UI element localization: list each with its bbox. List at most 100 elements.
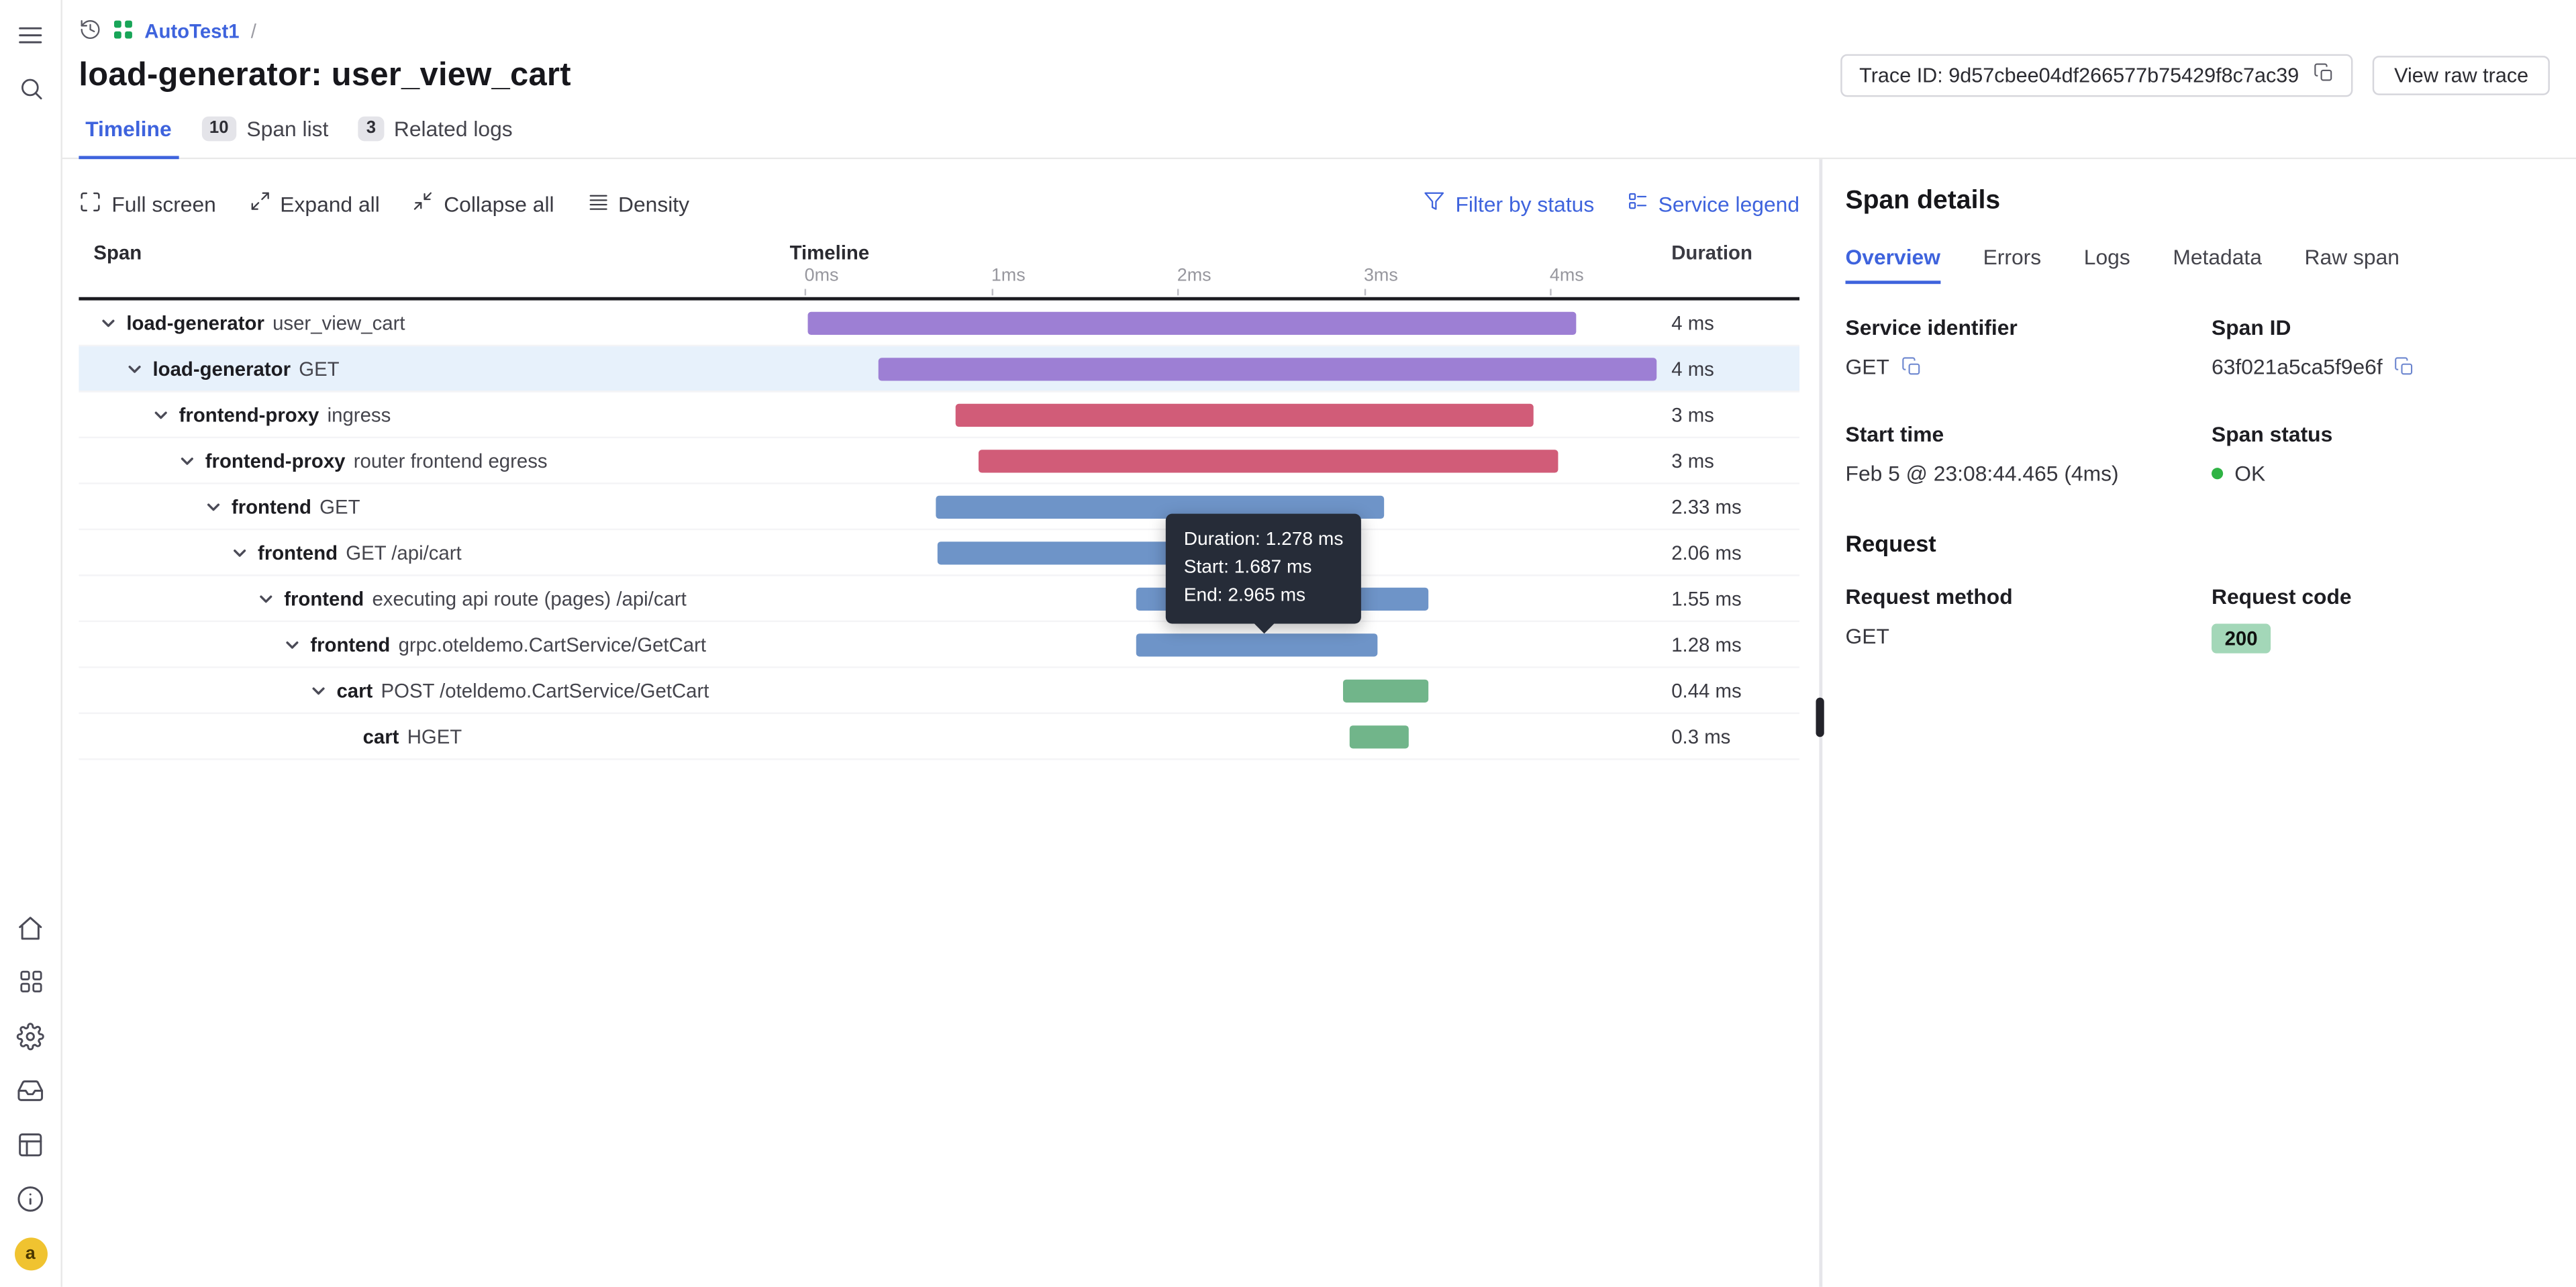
chevron-down-icon[interactable] <box>177 450 197 470</box>
tab-overview[interactable]: Overview <box>1846 244 1940 284</box>
span-row[interactable]: load-generatoruser_view_cart4 ms <box>79 301 1799 346</box>
span-operation-name: router frontend egress <box>354 449 548 472</box>
panel-divider <box>1819 159 1822 1287</box>
span-duration-bar[interactable] <box>1136 633 1378 656</box>
span-duration-bar[interactable] <box>808 312 1577 335</box>
span-duration-bar[interactable] <box>978 450 1557 472</box>
inbox-icon[interactable] <box>15 1075 45 1104</box>
search-icon[interactable] <box>15 74 45 103</box>
chevron-down-icon[interactable] <box>151 405 170 424</box>
full-screen-button[interactable]: Full screen <box>79 190 215 218</box>
tooltip-end: End: 2.965 ms <box>1184 582 1344 611</box>
span-duration-bar[interactable] <box>1350 725 1409 748</box>
collapse-all-button[interactable]: Collapse all <box>413 191 554 217</box>
timeline-tick: 3ms <box>1364 266 1398 295</box>
span-service-name: cart <box>363 725 399 748</box>
copy-icon[interactable] <box>1901 356 1922 378</box>
expand-all-button[interactable]: Expand all <box>249 191 380 217</box>
span-row[interactable]: frontend grpc.oteldemo.CartService/GetCar… <box>79 622 1799 668</box>
span-service-name: frontend <box>232 495 311 518</box>
timeline-tick: 4ms <box>1550 266 1584 295</box>
copy-icon[interactable] <box>2394 356 2416 378</box>
span-row[interactable]: frontend GET 2.33 ms <box>79 484 1799 530</box>
span-row[interactable]: frontendexecuting api route (pages) /api… <box>79 576 1799 622</box>
span-duration-bar[interactable] <box>879 358 1656 380</box>
span-service-name: frontend-proxy <box>205 449 346 472</box>
chevron-down-icon[interactable] <box>125 358 144 378</box>
span-row[interactable]: frontendGET /api/cart2.06 ms <box>79 530 1799 576</box>
timeline-tick: 0ms <box>805 266 839 295</box>
chevron-down-icon[interactable] <box>99 313 118 332</box>
chevron-down-icon[interactable] <box>256 588 276 608</box>
view-raw-trace-button[interactable]: View raw trace <box>2373 56 2550 95</box>
tab-raw-span[interactable]: Raw span <box>2305 244 2399 284</box>
span-duration-bar[interactable] <box>1343 680 1428 703</box>
span-row[interactable]: frontend-proxyrouter frontend egress3 ms <box>79 438 1799 484</box>
table-header: Span Timeline 0ms1ms2ms3ms4ms Duration <box>79 238 1799 301</box>
chevron-down-icon[interactable] <box>283 634 302 654</box>
span-operation-name: HGET <box>407 725 462 748</box>
avatar[interactable]: a <box>14 1237 47 1270</box>
breadcrumb: AutoTest1 / <box>79 16 2550 46</box>
chevron-down-icon[interactable] <box>309 680 328 700</box>
copy-icon[interactable] <box>2314 62 2335 89</box>
chevron-down-icon[interactable] <box>203 497 223 516</box>
settings-icon[interactable] <box>15 1021 45 1051</box>
service-legend-button[interactable]: Service legend <box>1627 191 1799 217</box>
logs-count-badge: 3 <box>358 117 384 142</box>
tab-errors[interactable]: Errors <box>1983 244 2042 284</box>
trace-waterfall: Span Timeline 0ms1ms2ms3ms4ms Duration D… <box>79 238 1799 760</box>
span-operation-name: grpc.oteldemo.CartService/GetCart <box>399 633 706 656</box>
collapse-icon <box>413 191 434 217</box>
timeline-toolbar: Full screen Expand all Collapse all Dens… <box>79 183 1799 225</box>
page-header: AutoTest1 / load-generator: user_view_ca… <box>62 0 2576 159</box>
tab-logs[interactable]: Logs <box>2084 244 2130 284</box>
history-icon[interactable] <box>79 17 101 46</box>
status-ok-dot <box>2212 468 2223 479</box>
span-service-name: frontend-proxy <box>179 403 319 426</box>
panel-resize-handle[interactable] <box>1816 698 1824 737</box>
span-row[interactable]: cartHGET0.3 ms <box>79 714 1799 760</box>
span-row[interactable]: cartPOST /oteldemo.CartService/GetCart0.… <box>79 668 1799 714</box>
span-row[interactable]: load-generatorGET4 ms <box>79 346 1799 392</box>
view-tabs: Timeline 10 Span list 3 Related logs <box>79 117 2550 158</box>
service-identifier-label: Service identifier <box>1846 315 2212 340</box>
span-id-label: Span ID <box>2212 315 2550 340</box>
filter-by-status-button[interactable]: Filter by status <box>1424 191 1594 217</box>
filter-icon <box>1424 191 1446 217</box>
apps-icon[interactable] <box>15 967 45 996</box>
column-span: Span <box>79 238 789 297</box>
timeline-tick: 1ms <box>991 266 1026 295</box>
span-duration-bar[interactable] <box>956 404 1534 427</box>
home-icon[interactable] <box>15 913 45 942</box>
span-operation-name: executing api route (pages) /api/cart <box>372 587 686 610</box>
chevron-down-icon[interactable] <box>230 542 249 562</box>
span-row[interactable]: frontend-proxyingress3 ms <box>79 393 1799 438</box>
info-icon[interactable] <box>15 1184 45 1213</box>
field-request-code: Request code 200 <box>2212 584 2550 654</box>
breadcrumb-app-link[interactable]: AutoTest1 <box>144 19 239 42</box>
tab-timeline-label: Timeline <box>85 117 171 142</box>
span-duration-value: 2.33 ms <box>1658 495 1799 518</box>
span-operation-name: GET <box>319 495 360 518</box>
span-operation-name: POST /oteldemo.CartService/GetCart <box>381 679 709 702</box>
layout-icon[interactable] <box>15 1129 45 1159</box>
tab-metadata[interactable]: Metadata <box>2173 244 2262 284</box>
span-id-value: 63f021a5ca5f9e6f <box>2212 354 2383 379</box>
menu-icon[interactable] <box>15 19 45 49</box>
span-duration-value: 4 ms <box>1658 357 1799 380</box>
tab-related-logs[interactable]: 3 Related logs <box>352 117 519 158</box>
details-tabs: Overview Errors Logs Metadata Raw span <box>1846 244 2550 284</box>
span-service-name: frontend <box>310 633 390 656</box>
span-service-name: cart <box>336 679 373 702</box>
tooltip-start: Start: 1.687 ms <box>1184 555 1344 583</box>
main-area: AutoTest1 / load-generator: user_view_ca… <box>62 0 2576 1287</box>
tooltip-duration: Duration: 1.278 ms <box>1184 527 1344 555</box>
breadcrumb-separator: / <box>251 19 256 42</box>
tab-timeline[interactable]: Timeline <box>79 117 178 158</box>
density-button[interactable]: Density <box>587 191 690 217</box>
expand-icon <box>249 191 270 217</box>
trace-id-chip[interactable]: Trace ID: 9d57cbee04df266577b75429f8c7ac… <box>1841 54 2353 97</box>
tab-span-list[interactable]: 10 Span list <box>195 117 335 158</box>
details-title: Span details <box>1846 187 2550 217</box>
